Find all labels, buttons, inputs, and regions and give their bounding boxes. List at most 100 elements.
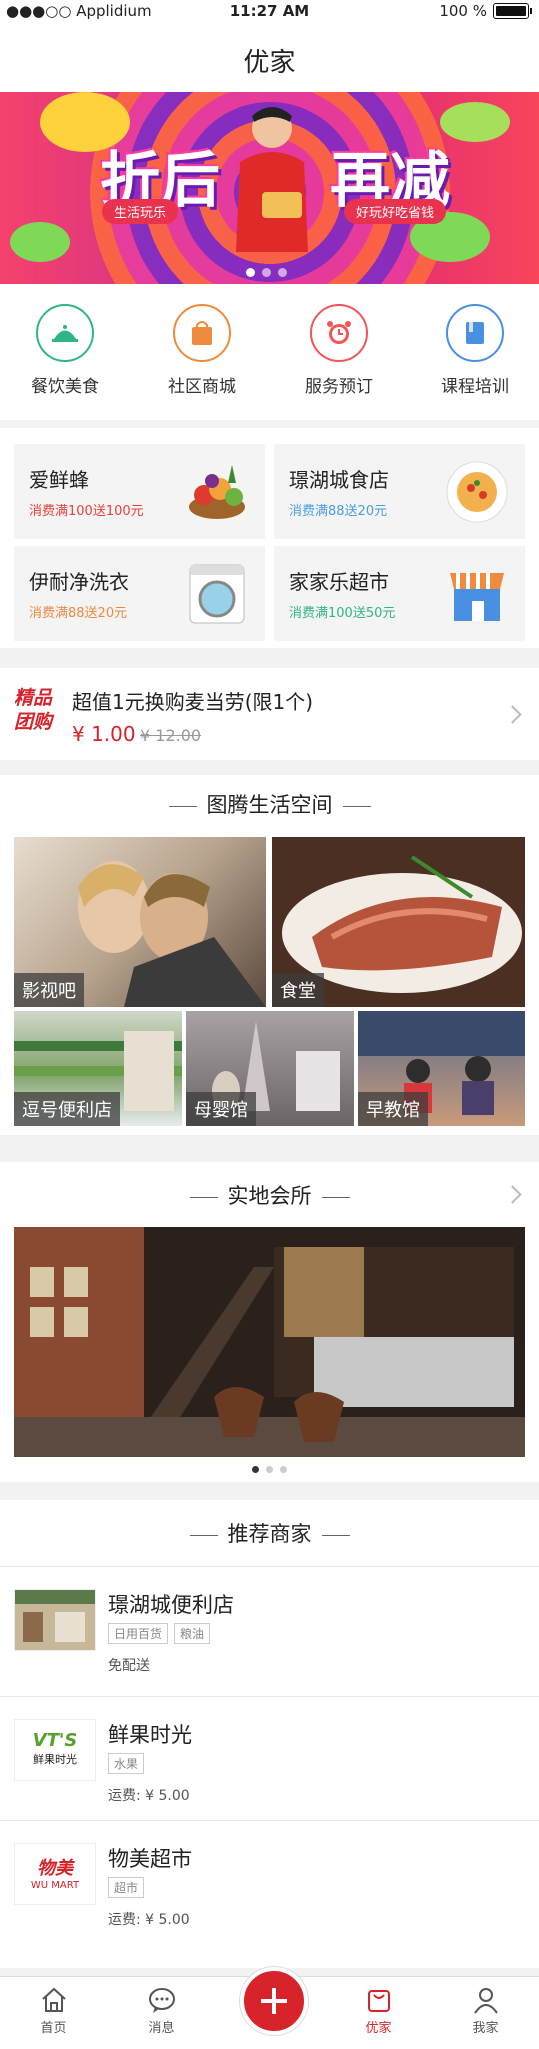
group-buy-old-price: ¥ 12.00: [140, 726, 202, 745]
tag: 超市: [108, 1877, 145, 1898]
merchant-card[interactable]: 璟湖城食店 消费满88送20元: [274, 444, 525, 539]
life-tile[interactable]: 逗号便利店: [14, 1011, 182, 1126]
recommended-section: 推荐商家 璟湖城便利店 日用百货 粮油 免配送 VT'S 鲜果时光 鲜果时光 水…: [0, 1500, 539, 1968]
merchant-promo: 消费满100送50元: [289, 606, 396, 621]
club-photo[interactable]: [14, 1227, 525, 1457]
wumart-logo: 物美 WU MART: [14, 1843, 96, 1905]
club-section: 实地会所: [0, 1162, 539, 1482]
tab-label: 优家: [365, 2021, 392, 2036]
tile-caption: 早教馆: [358, 1092, 428, 1126]
group-buy-price: ¥ 1.00: [72, 722, 136, 746]
logo-subtext: WU MART: [30, 1880, 80, 1891]
divider: [189, 1196, 218, 1198]
merchant-name: 鲜果时光: [108, 1723, 192, 1747]
category-label: 服务预订: [305, 377, 373, 397]
life-space-section: 图腾生活空间 影视吧 食堂 逗号便利店 母婴馆 早教馆: [0, 775, 539, 1135]
pager-dot[interactable]: [252, 1466, 259, 1473]
category-label: 课程培训: [441, 377, 509, 397]
store-icon: [450, 573, 504, 621]
merchant-tags: 水果: [108, 1753, 145, 1774]
life-tile[interactable]: 早教馆: [358, 1011, 525, 1126]
group-buy-row[interactable]: 精品 团购 超值1元换购麦当劳(限1个) ¥ 1.00 ¥ 12.00: [0, 668, 539, 760]
alarm-clock-icon: [310, 304, 368, 362]
section-title: 推荐商家: [0, 1518, 539, 1548]
delivery-info: 免配送: [108, 1658, 150, 1674]
category-mall[interactable]: 社区商城: [147, 304, 257, 397]
logo-text: VT'S: [32, 1730, 78, 1751]
club-pager[interactable]: [0, 1466, 539, 1473]
banner-pager[interactable]: [246, 268, 287, 277]
banner-blob: [440, 102, 510, 142]
chevron-right-icon: [503, 705, 522, 724]
tab-label: 我家: [472, 2021, 499, 2036]
section-title-text: 实地会所: [227, 1184, 312, 1208]
tab-label: 首页: [40, 2021, 67, 2036]
battery-icon: [493, 3, 532, 19]
tab-me[interactable]: 我家: [432, 1977, 539, 2036]
category-label: 社区商城: [168, 377, 236, 397]
divider: [189, 1534, 218, 1536]
pager-dot[interactable]: [262, 268, 271, 277]
vts-logo: VT'S 鲜果时光: [14, 1719, 96, 1781]
merchant-grid: 爱鲜蜂 消费满100送100元 璟湖城食店 消费满88送20元 伊耐净洗衣 消费…: [0, 428, 539, 648]
life-tile[interactable]: 母婴馆: [186, 1011, 354, 1126]
tab-youjia[interactable]: 优家: [325, 1977, 432, 2036]
logo-line: 精品: [14, 687, 53, 709]
merchant-name: 爱鲜蜂: [29, 468, 89, 492]
tile-caption: 影视吧: [14, 973, 84, 1007]
merchant-card[interactable]: 家家乐超市 消费满100送50元: [274, 546, 525, 641]
section-title-text: 推荐商家: [227, 1522, 312, 1546]
page-title: 优家: [243, 48, 296, 78]
battery-indicator: 100 %: [439, 2, 532, 20]
section-title: 图腾生活空间: [0, 789, 539, 819]
tab-messages[interactable]: 消息: [108, 1977, 215, 2036]
section-title: 实地会所: [0, 1180, 539, 1210]
shopping-bag-icon: [173, 304, 231, 362]
merchant-name: 璟湖城食店: [289, 468, 389, 492]
battery-percent: 100 %: [439, 2, 487, 20]
bag-icon: [367, 1990, 390, 2012]
tile-caption: 食堂: [272, 973, 324, 1007]
merchant-promo: 消费满100送100元: [29, 504, 144, 519]
category-food[interactable]: 餐饮美食: [10, 304, 120, 397]
logo-subtext: 鲜果时光: [33, 1753, 77, 1766]
nav-bar: 优家: [0, 22, 539, 93]
pager-dot[interactable]: [246, 268, 255, 277]
merchant-row[interactable]: 物美 WU MART 物美超市 超市 运费: ¥ 5.00: [0, 1820, 539, 1945]
pager-dot[interactable]: [266, 1466, 273, 1473]
user-icon: [473, 1988, 498, 2014]
tile-caption: 母婴馆: [186, 1092, 256, 1126]
pager-dot[interactable]: [280, 1466, 287, 1473]
category-courses[interactable]: 课程培训: [420, 304, 530, 397]
divider: [342, 805, 371, 807]
life-tile[interactable]: 食堂: [272, 837, 525, 1007]
shipping-fee: 运费: ¥ 5.00: [108, 1912, 190, 1928]
divider: [321, 1534, 350, 1536]
merchant-tags: 日用百货 粮油: [108, 1623, 211, 1644]
message-icon: [148, 1988, 175, 2013]
divider: [168, 805, 197, 807]
promo-banner[interactable]: 折后 再减 生活玩乐 好玩好吃省钱: [0, 92, 539, 284]
banner-tag-left: 生活玩乐: [102, 199, 179, 224]
merchant-row[interactable]: VT'S 鲜果时光 鲜果时光 水果 运费: ¥ 5.00: [0, 1696, 539, 1821]
home-icon: [41, 1987, 66, 2012]
pager-dot[interactable]: [278, 268, 287, 277]
food-cloche-icon: [36, 304, 94, 362]
tag: 日用百货: [108, 1623, 169, 1644]
category-label: 餐饮美食: [31, 377, 99, 397]
divider: [321, 1196, 350, 1198]
life-tile[interactable]: 影视吧: [14, 837, 266, 1007]
merchant-row[interactable]: 璟湖城便利店 日用百货 粮油 免配送: [0, 1566, 539, 1691]
tab-bar: 首页 消息 优家 我家: [0, 1967, 539, 2049]
category-nav: 餐饮美食 社区商城 服务预订 课程培训: [0, 284, 539, 420]
section-title-text: 图腾生活空间: [206, 793, 333, 817]
category-booking[interactable]: 服务预订: [284, 304, 394, 397]
group-buy-logo: 精品 团购: [14, 686, 60, 734]
tab-home[interactable]: 首页: [0, 1977, 107, 2036]
merchant-card[interactable]: 伊耐净洗衣 消费满88送20元: [14, 546, 265, 641]
book-icon: [446, 304, 504, 362]
merchant-card[interactable]: 爱鲜蜂 消费满100送100元: [14, 444, 265, 539]
banner-blob: [10, 222, 70, 262]
plus-icon[interactable]: [240, 1967, 308, 2035]
merchant-promo: 消费满88送20元: [289, 504, 388, 519]
